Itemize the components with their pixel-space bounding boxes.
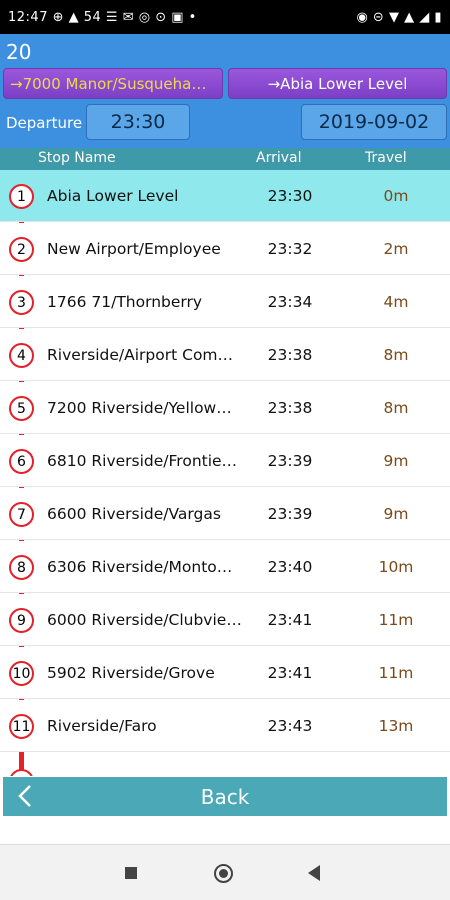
route-header: 20 →7000 Manor/Susqueha… →Abia Lower Lev…	[0, 34, 450, 148]
stop-name: 7200 Riverside/Yellow…	[47, 399, 232, 417]
direction-button-outbound[interactable]: →7000 Manor/Susqueha…	[3, 68, 223, 99]
stop-number-circle: 11	[9, 714, 34, 739]
stop-arrival: 23:40	[267, 558, 313, 576]
stop-arrival: 23:38	[267, 399, 313, 417]
stop-number-circle: 4	[9, 343, 34, 368]
departure-date-button[interactable]: 2019-09-02	[301, 104, 447, 140]
departure-time-button[interactable]: 23:30	[86, 104, 190, 140]
stop-travel: 9m	[383, 452, 409, 470]
stop-row[interactable]: 8 6306 Riverside/Monto… 23:40 10m	[0, 541, 450, 593]
stop-number-circle: 5	[9, 396, 34, 421]
departure-label: Departure	[6, 114, 83, 132]
stop-arrival: 23:30	[267, 187, 313, 205]
stop-number-circle: 2	[9, 237, 34, 262]
stop-row[interactable]: 10 5902 Riverside/Grove 23:41 11m	[0, 647, 450, 699]
stop-travel: 0m	[383, 187, 409, 205]
stop-travel: 9m	[383, 505, 409, 523]
stop-number-circle: 9	[9, 608, 34, 633]
stop-number-circle: 3	[9, 290, 34, 315]
stop-number-circle	[9, 769, 34, 776]
stop-number-circle: 6	[9, 449, 34, 474]
status-right: ◉ ⊝ ▼ ▲ ◢ ▮	[356, 9, 442, 25]
column-arrival: Arrival	[256, 150, 302, 166]
back-button[interactable]: Back	[3, 785, 447, 809]
stop-arrival: 23:38	[267, 346, 313, 364]
stop-number-circle: 8	[9, 555, 34, 580]
stop-name: 1766 71/Thornberry	[47, 293, 203, 311]
status-bar: 12:47 ⊕ ▲ 54 ☰ ✉ ◎ ⊙ ▣ • ◉ ⊝ ▼ ▲ ◢ ▮	[0, 0, 450, 34]
stop-name: 5902 Riverside/Grove	[47, 664, 215, 682]
stop-name: 6000 Riverside/Clubvie…	[47, 611, 242, 629]
stop-row[interactable]: 3 1766 71/Thornberry 23:34 4m	[0, 276, 450, 328]
stop-arrival: 23:43	[267, 717, 313, 735]
stop-row[interactable]: 4 Riverside/Airport Com… 23:38 8m	[0, 329, 450, 381]
stop-arrival: 23:41	[267, 664, 313, 682]
stop-number-circle: 10	[9, 661, 34, 686]
stop-travel: 11m	[378, 611, 414, 629]
stop-number-circle: 7	[9, 502, 34, 527]
column-travel: Travel	[365, 150, 407, 166]
stop-list[interactable]: 1 Abia Lower Level 23:30 0m 2 New Airport/Emp…	[0, 170, 450, 776]
circle-icon[interactable]	[214, 864, 233, 883]
stop-row[interactable]: 5 7200 Riverside/Yellow… 23:38 8m	[0, 382, 450, 434]
stop-travel: 4m	[383, 293, 409, 311]
stop-row[interactable]: 6 6810 Riverside/Frontie… 23:39 9m	[0, 435, 450, 487]
stop-number-circle: 1	[9, 184, 34, 209]
stop-arrival: 23:41	[267, 611, 313, 629]
stop-travel: 8m	[383, 399, 409, 417]
stop-name: Riverside/Faro	[47, 717, 157, 735]
stop-arrival: 23:39	[267, 505, 313, 523]
triangle-left-icon[interactable]	[308, 865, 320, 881]
direction-button-inbound[interactable]: →Abia Lower Level	[228, 68, 447, 99]
stop-arrival: 23:34	[267, 293, 313, 311]
stop-row[interactable]: 11 Riverside/Faro 23:43 13m	[0, 700, 450, 752]
column-header: Stop Name Arrival Travel	[0, 148, 450, 170]
stop-travel: 2m	[383, 240, 409, 258]
stop-row[interactable]: 7 6600 Riverside/Vargas 23:39 9m	[0, 488, 450, 540]
stop-name: New Airport/Employee	[47, 240, 221, 258]
stop-name: 6810 Riverside/Frontie…	[47, 452, 238, 470]
stop-name: Riverside/Airport Com…	[47, 346, 234, 364]
column-stop-name: Stop Name	[38, 150, 116, 166]
stop-travel: 11m	[378, 664, 414, 682]
route-number: 20	[6, 40, 32, 64]
stop-name: 6306 Riverside/Monto…	[47, 558, 233, 576]
stop-arrival: 23:32	[267, 240, 313, 258]
spacer	[0, 816, 450, 844]
stop-name: Abia Lower Level	[47, 187, 179, 205]
stop-row[interactable]: 2 New Airport/Employee 23:32 2m	[0, 223, 450, 275]
stop-row[interactable]: 1 Abia Lower Level 23:30 0m	[0, 170, 450, 222]
stop-row[interactable]: 9 6000 Riverside/Clubvie… 23:41 11m	[0, 594, 450, 646]
status-left: 12:47 ⊕ ▲ 54 ☰ ✉ ◎ ⊙ ▣ •	[8, 9, 197, 25]
stop-travel: 8m	[383, 346, 409, 364]
stop-arrival: 23:39	[267, 452, 313, 470]
system-nav-bar	[0, 844, 450, 900]
stop-travel: 13m	[378, 717, 414, 735]
square-icon[interactable]	[125, 867, 137, 879]
back-bar[interactable]: Back	[3, 777, 447, 816]
stop-travel: 10m	[378, 558, 414, 576]
stop-name: 6600 Riverside/Vargas	[47, 505, 221, 523]
